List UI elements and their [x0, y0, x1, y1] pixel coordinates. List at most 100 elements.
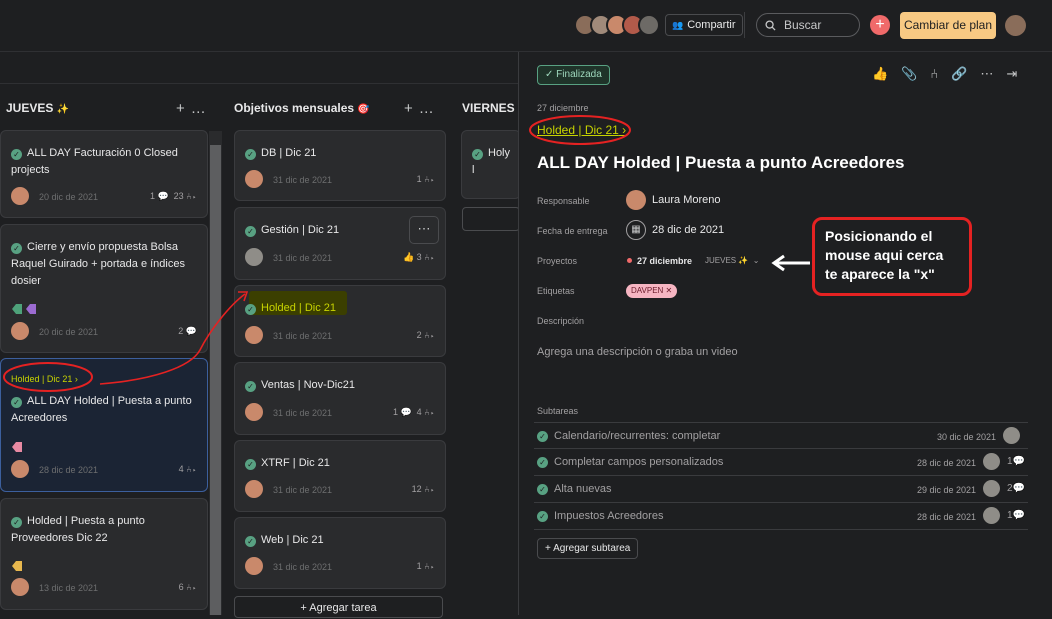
subtask-icon[interactable]: ⑃ [930, 66, 938, 82]
share-button[interactable]: 👥 Compartir [665, 14, 743, 36]
card-meta[interactable]: 2 💬 [178, 326, 197, 337]
subtask-row[interactable]: ✓ Impuestos Acreedores 28 dic de 2021 1💬 [534, 503, 1028, 530]
card-meta[interactable]: 1 ⑃▸ [417, 174, 435, 184]
column-header-jueves[interactable]: JUEVES ✨ [6, 101, 69, 115]
subtask-name[interactable]: Calendario/recurrentes: completar [554, 430, 720, 442]
column-header-objetivos[interactable]: Objetivos mensuales 🎯 [234, 101, 370, 115]
avatar[interactable] [245, 326, 263, 344]
avatar[interactable] [245, 248, 263, 266]
subtask-row[interactable]: ✓ Alta nuevas 29 dic de 2021 2💬 [534, 476, 1028, 503]
avatar[interactable] [638, 14, 660, 36]
avatar[interactable] [11, 460, 29, 478]
user-avatar[interactable] [1005, 15, 1026, 36]
avatar[interactable] [11, 578, 29, 596]
project-section-dropdown[interactable]: JUEVES ✨ ⌄ [705, 256, 759, 265]
member-avatars[interactable] [574, 14, 660, 36]
comment-count[interactable]: 1💬 [1007, 510, 1025, 521]
upgrade-button[interactable]: Cambiar de plan [900, 12, 996, 39]
task-card[interactable]: ✓ Holded | Puesta a punto Proveedores Dic… [0, 498, 208, 610]
avatar[interactable] [245, 403, 263, 421]
attachment-icon[interactable]: 📎 [901, 66, 917, 82]
search-input[interactable]: Buscar [756, 13, 860, 37]
check-icon[interactable]: ✓ [472, 149, 483, 160]
close-panel-icon[interactable]: ⇥ [1006, 66, 1017, 82]
check-icon[interactable]: ✓ [537, 511, 548, 522]
comment-count[interactable]: 1💬 [1007, 456, 1025, 467]
card-meta[interactable]: 1 ⑃▸ [417, 561, 435, 571]
assignee-avatar[interactable] [626, 190, 646, 210]
avatar[interactable] [11, 187, 29, 205]
more-icon[interactable]: ⋯ [980, 66, 993, 82]
like-icon[interactable]: 👍 [872, 66, 888, 82]
column-title: JUEVES [6, 101, 54, 115]
subtask-name[interactable]: Alta nuevas [554, 483, 611, 495]
parent-task-link[interactable]: Holded | Dic 21 › [11, 374, 78, 384]
task-card[interactable]: ✓ Holded | Dic 21 31 dic de 2021 2 ⑃▸ [234, 285, 446, 357]
check-icon[interactable]: ✓ [11, 517, 22, 528]
subtask-row[interactable]: ✓ Completar campos personalizados 28 dic… [534, 449, 1028, 476]
tag-icon [12, 558, 22, 571]
scrollbar-thumb[interactable] [210, 145, 221, 615]
check-icon[interactable]: ✓ [11, 149, 22, 160]
card-meta[interactable]: 6 ⑃▸ [179, 582, 197, 592]
subtask-name[interactable]: Completar campos personalizados [554, 456, 723, 468]
check-icon[interactable]: ✓ [245, 536, 256, 547]
check-icon[interactable]: ✓ [11, 243, 22, 254]
task-title[interactable]: ALL DAY Holded | Puesta a punto Acreedor… [537, 153, 905, 173]
task-card[interactable]: ✓ Holy l [461, 130, 521, 199]
check-icon[interactable]: ✓ [245, 304, 256, 315]
card-meta[interactable]: 12 ⑃▸ [412, 484, 435, 494]
add-subtask-button[interactable]: + Agregar subtarea [537, 538, 639, 559]
card-meta[interactable]: 1 💬 23 ⑃▸ [150, 191, 197, 202]
remove-tag-icon[interactable]: ✕ [666, 286, 673, 295]
check-icon[interactable]: ✓ [537, 431, 548, 442]
avatar[interactable] [1003, 427, 1020, 444]
avatar[interactable] [245, 480, 263, 498]
card-meta[interactable]: 👍 3 ⑃▸ [403, 252, 435, 263]
column-actions[interactable]: +… [176, 100, 212, 117]
task-card-selected[interactable]: Holded | Dic 21 › ✓ ALL DAY Holded | Pues… [0, 358, 208, 492]
check-icon[interactable]: ✓ [537, 457, 548, 468]
add-task-button[interactable] [462, 207, 520, 231]
avatar[interactable] [983, 453, 1000, 470]
comment-count[interactable]: 2💬 [1007, 483, 1025, 494]
column-actions[interactable]: +… [404, 100, 440, 117]
column-header-viernes[interactable]: VIERNES [462, 101, 515, 115]
project-name[interactable]: 27 diciembre [637, 256, 692, 266]
task-card[interactable]: ✓ XTRF | Dic 21 31 dic de 2021 12 ⑃▸ [234, 440, 446, 512]
subtask-row[interactable]: ✓ Calendario/recurrentes: completar 30 d… [534, 422, 1028, 449]
avatar[interactable] [245, 557, 263, 575]
task-card[interactable]: ✓ Ventas | Nov-Dic21 31 dic de 2021 1 💬 4… [234, 362, 446, 435]
calendar-icon[interactable]: ▦ [626, 220, 646, 240]
check-icon[interactable]: ✓ [537, 484, 548, 495]
due-date-value[interactable]: 28 dic de 2021 [652, 224, 724, 236]
parent-task-link[interactable]: Holded | Dic 21 › [537, 123, 626, 137]
create-button[interactable]: + [870, 15, 890, 35]
card-meta[interactable]: 2 ⑃▸ [417, 330, 435, 340]
subtask-name[interactable]: Impuestos Acreedores [554, 510, 663, 522]
check-icon[interactable]: ✓ [245, 459, 256, 470]
divider [744, 12, 745, 38]
card-meta[interactable]: 1 💬 4 ⑃▸ [393, 407, 435, 418]
avatar[interactable] [983, 507, 1000, 524]
link-icon[interactable]: 🔗 [951, 66, 967, 82]
check-icon[interactable]: ✓ [245, 226, 256, 237]
task-card[interactable]: ✓ Web | Dic 21 31 dic de 2021 1 ⑃▸ [234, 517, 446, 589]
card-meta[interactable]: 4 ⑃▸ [179, 464, 197, 474]
due-date: 20 dic de 2021 [39, 327, 99, 337]
completed-badge[interactable]: ✓ Finalizada [537, 65, 610, 85]
avatar[interactable] [983, 480, 1000, 497]
task-card[interactable]: ✓ Cierre y envío propuesta Bolsa Raquel G… [0, 224, 208, 353]
more-options-button[interactable]: ⋯ [409, 216, 439, 244]
check-icon[interactable]: ✓ [11, 397, 22, 408]
task-card[interactable]: ✓ Gestión | Dic 21 ⋯ 31 dic de 2021 👍 3 ⑃… [234, 207, 446, 280]
avatar[interactable] [11, 322, 29, 340]
check-icon[interactable]: ✓ [245, 149, 256, 160]
assignee-value[interactable]: Laura Moreno [652, 194, 721, 206]
description-input[interactable]: Agrega una descripción o graba un video [537, 346, 738, 358]
check-icon[interactable]: ✓ [245, 381, 256, 392]
avatar[interactable] [245, 170, 263, 188]
task-card[interactable]: ✓ DB | Dic 21 31 dic de 2021 1 ⑃▸ [234, 130, 446, 201]
tag-chip[interactable]: DAVPEN ✕ [626, 284, 678, 298]
task-card[interactable]: ✓ ALL DAY Facturación 0 Closed projects 2… [0, 130, 208, 218]
